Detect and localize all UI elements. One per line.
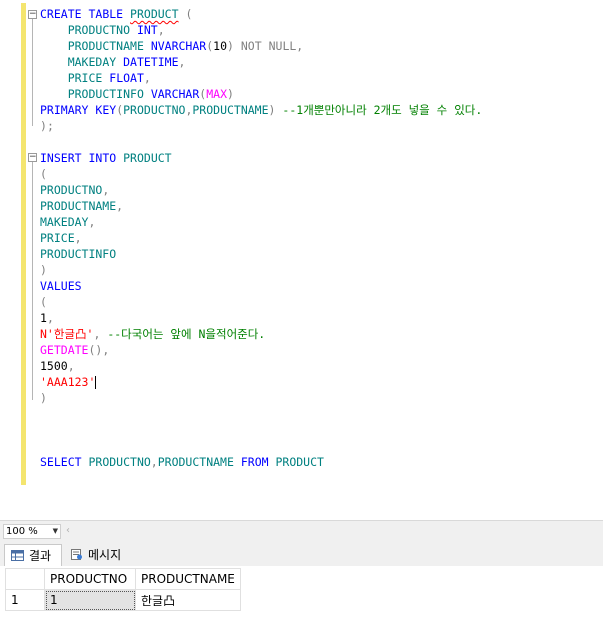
code-line: ) [40,391,47,405]
code-line: SELECT PRODUCTNO,PRODUCTNAME FROM PRODUC… [40,455,324,469]
code-line: PRODUCTNO, [40,183,110,197]
code-line: PRODUCTINFO [40,247,117,261]
tab-results-label: 결과 [29,549,52,563]
scroll-left-arrow-icon[interactable]: ‹ [66,525,70,536]
code-line: PRIMARY KEY(PRODUCTNO,PRODUCTNAME) --1개뿐… [40,103,483,117]
grid-icon [11,550,24,561]
code-line: CREATE TABLE PRODUCT ( [40,7,193,21]
result-tabs: 결과 메시지 [0,542,603,566]
message-icon [71,549,82,560]
tab-messages-label: 메시지 [88,548,122,562]
cell-productno[interactable]: 1 [44,589,136,611]
zoom-select[interactable]: 100 % ▼ [3,524,61,539]
code-line: MAKEDAY, [40,215,96,229]
column-header-productno[interactable]: PRODUCTNO [44,568,136,590]
chevron-down-icon[interactable]: ▼ [53,525,58,538]
editor-status-bar: 100 % ▼ ‹ [0,520,603,542]
code-line: 'AAA123' [40,375,97,389]
header-row: PRODUCTNO PRODUCTNAME [5,568,241,590]
tab-results[interactable]: 결과 [4,544,62,566]
code-line: ); [40,119,54,133]
code-line: PRODUCTINFO VARCHAR(MAX) [67,87,234,101]
code-line: GETDATE(), [40,343,110,357]
code-line: ( [40,167,47,181]
row-number[interactable]: 1 [5,589,45,611]
code-line: INSERT INTO PRODUCT [40,151,172,165]
results-grid[interactable]: PRODUCTNO PRODUCTNAME 1 1 한글凸 [0,566,603,621]
tab-messages[interactable]: 메시지 [64,544,134,566]
collapse-create-icon[interactable]: − [28,10,37,19]
code-line: MAKEDAY DATETIME, [67,55,186,69]
code-line: 1, [40,311,54,325]
text-cursor [95,376,97,389]
code-line: PRICE, [40,231,82,245]
code-line: PRICE FLOAT, [67,71,151,85]
code-line: PRODUCTNO INT, [67,23,165,37]
change-tracking-bar [21,3,26,485]
outline-guide [32,19,33,126]
table-row: 1 1 한글凸 [5,589,241,611]
code-line: ( [40,295,47,309]
column-header-productname[interactable]: PRODUCTNAME [135,568,241,590]
outline-guide [32,162,33,400]
query-editor[interactable]: − − CREATE TABLE PRODUCT ( PRODUCTNO INT… [0,0,603,520]
results-table: PRODUCTNO PRODUCTNAME 1 1 한글凸 [5,568,241,611]
code-line: VALUES [40,279,82,293]
code-line: ) [40,263,47,277]
cell-productname[interactable]: 한글凸 [135,589,241,611]
collapse-insert-icon[interactable]: − [28,153,37,162]
row-header-corner[interactable] [5,568,45,590]
code-line: PRODUCTNAME, [40,199,124,213]
zoom-value: 100 % [6,526,38,537]
code-line: PRODUCTNAME NVARCHAR(10) NOT NULL, [67,39,304,53]
code-line: 1500, [40,359,75,373]
code-line: N'한글凸', --다국어는 앞에 N을적어준다. [40,327,266,341]
